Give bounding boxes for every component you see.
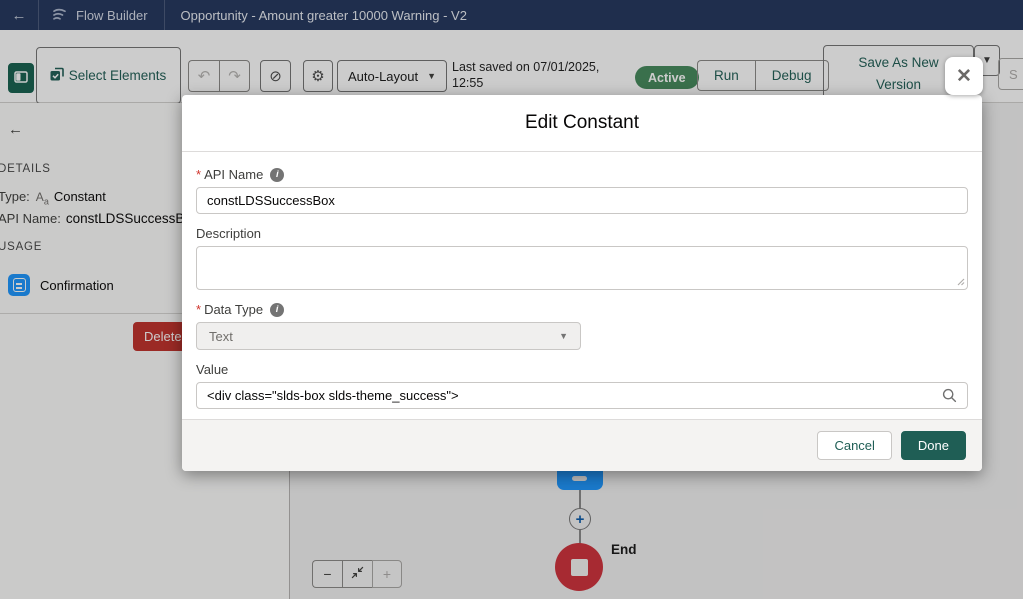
data-type-label-row: * Data Type i xyxy=(196,302,968,317)
value-field-label: Value xyxy=(196,362,228,377)
value-input[interactable] xyxy=(196,382,968,409)
required-indicator: * xyxy=(196,302,201,317)
value-label-row: Value xyxy=(196,362,968,377)
info-icon[interactable]: i xyxy=(270,303,284,317)
description-label-row: Description xyxy=(196,226,968,241)
flow-builder-screen: ← Flow Builder Opportunity - Amount grea… xyxy=(0,0,1023,599)
done-button[interactable]: Done xyxy=(901,431,966,460)
chevron-down-icon: ▼ xyxy=(559,331,568,341)
description-field-label: Description xyxy=(196,226,261,241)
modal-footer: Cancel Done xyxy=(182,419,982,471)
required-indicator: * xyxy=(196,167,201,182)
resize-handle-icon[interactable] xyxy=(955,276,965,286)
data-type-field-label: Data Type xyxy=(204,302,263,317)
modal-title: Edit Constant xyxy=(525,112,639,134)
api-name-label-row: * API Name i xyxy=(196,167,968,182)
api-name-input[interactable] xyxy=(196,187,968,214)
close-icon: ✕ xyxy=(956,65,972,88)
data-type-select: Text ▼ xyxy=(196,322,581,350)
data-type-value: Text xyxy=(209,329,233,344)
api-name-field-label: API Name xyxy=(204,167,263,182)
description-textarea[interactable] xyxy=(196,246,968,290)
search-icon[interactable] xyxy=(942,388,957,408)
modal-body: * API Name i Description * Data Type i xyxy=(182,152,982,409)
modal-header: Edit Constant xyxy=(182,95,982,152)
info-icon[interactable]: i xyxy=(270,168,284,182)
cancel-button[interactable]: Cancel xyxy=(817,431,891,460)
modal-close-button[interactable]: ✕ xyxy=(945,57,983,95)
edit-constant-modal: Edit Constant * API Name i Description xyxy=(182,95,982,471)
